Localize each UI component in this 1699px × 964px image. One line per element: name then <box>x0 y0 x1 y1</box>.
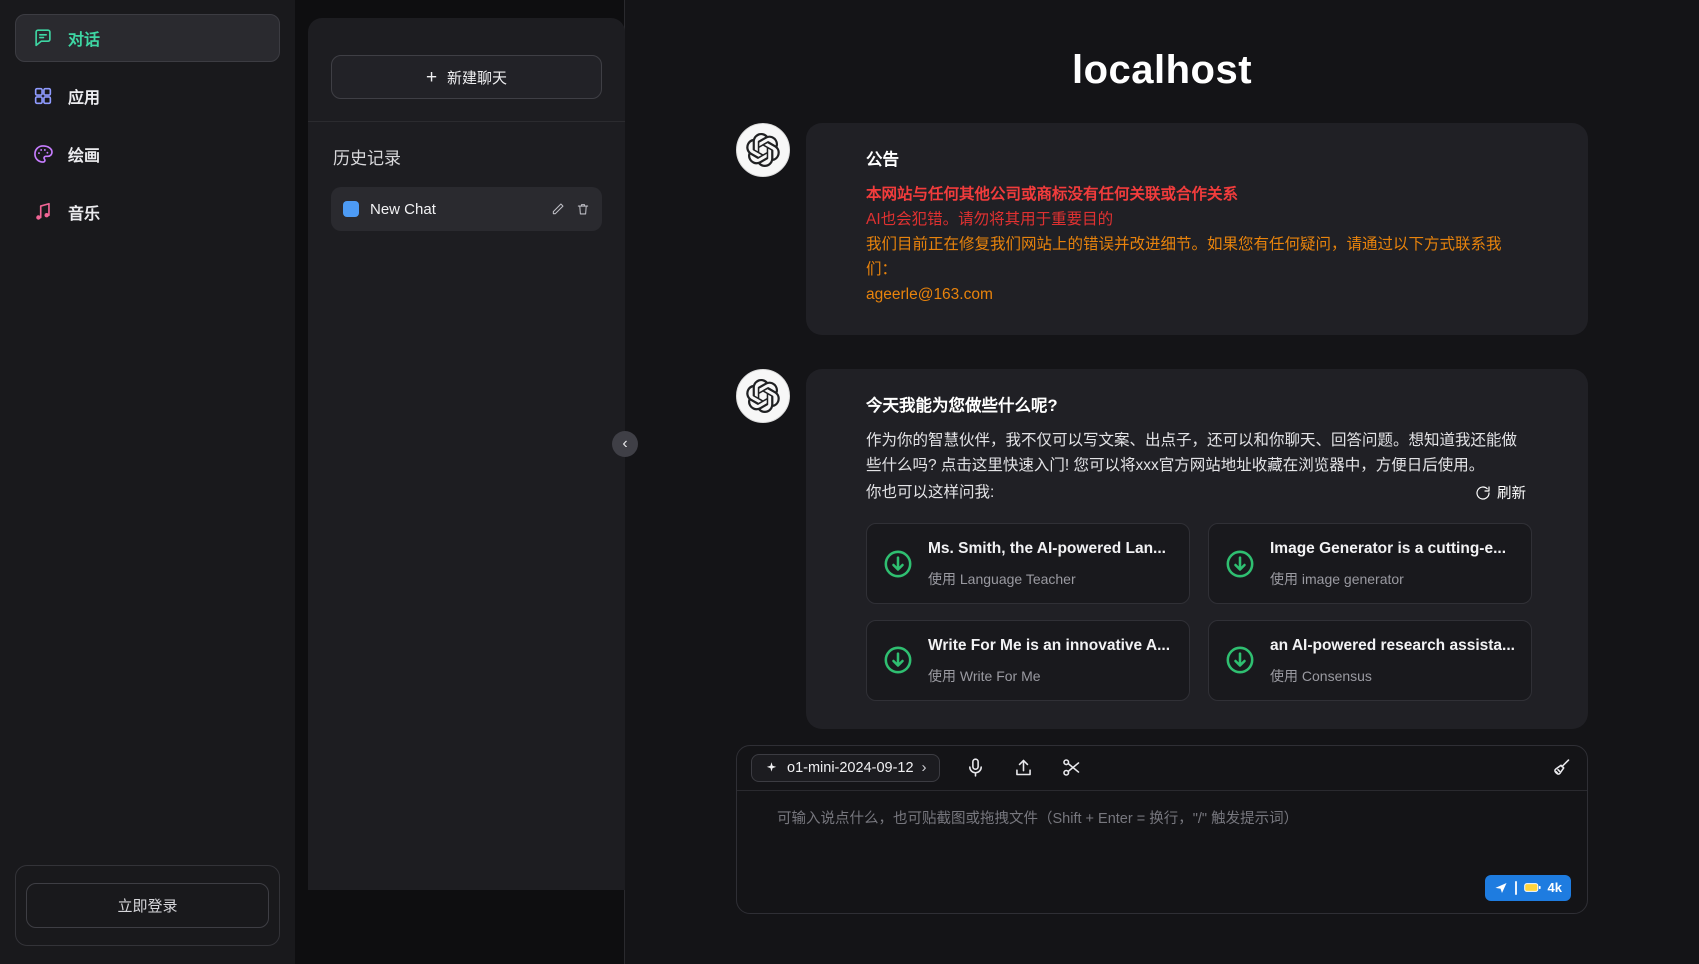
app-root: 对话 应用 绘画 音乐 立即登录 + 新建聊天 历史记录 <box>0 0 1699 964</box>
apps-grid-icon <box>32 85 54 107</box>
announcement-line-2: AI也会犯错。请勿将其用于重要目的 <box>866 207 1532 232</box>
upload-icon <box>1013 757 1034 778</box>
chat-list-column: + 新建聊天 历史记录 New Chat <box>295 0 625 964</box>
contact-email-link[interactable]: ageerle@163.com <box>866 282 993 307</box>
model-label: o1-mini-2024-09-12 <box>787 760 914 776</box>
sidebar: 对话 应用 绘画 音乐 立即登录 <box>0 0 295 964</box>
circle-arrow-down-icon <box>881 547 915 581</box>
refresh-label: 刷新 <box>1497 482 1526 503</box>
palette-icon <box>32 143 54 165</box>
new-chat-label: 新建聊天 <box>447 67 507 88</box>
new-chat-button[interactable]: + 新建聊天 <box>331 55 602 99</box>
suggestion-title: Ms. Smith, the AI-powered Lan... <box>928 536 1166 561</box>
assistant-avatar <box>736 123 790 177</box>
login-button[interactable]: 立即登录 <box>26 883 269 928</box>
assistant-avatar <box>736 369 790 423</box>
composer-body: 4k <box>737 791 1587 913</box>
announcement-message: 公告 本网站与任何其他公司或商标没有任何关联或合作关系 AI也会犯错。请勿将其用… <box>736 123 1588 335</box>
sidebar-item-label: 应用 <box>68 84 100 108</box>
music-note-icon <box>32 201 54 223</box>
suggestion-card[interactable]: Image Generator is a cutting-e... 使用 ima… <box>1208 523 1532 604</box>
sidebar-spacer <box>15 246 280 865</box>
announcement-heading: 公告 <box>866 147 1532 174</box>
welcome-bubble: 今天我能为您做些什么呢? 作为你的智慧伙伴，我不仅可以写文案、出点子，还可以和你… <box>806 369 1588 729</box>
suggestion-text: an AI-powered research assista... 使用 Con… <box>1270 633 1515 688</box>
openai-logo-icon <box>746 379 780 413</box>
sidebar-item-label: 音乐 <box>68 200 100 224</box>
sparkle-icon <box>764 760 779 775</box>
suggestion-card[interactable]: Write For Me is an innovative A... 使用 Wr… <box>866 620 1190 701</box>
chat-main: ‹ localhost 公告 本网站与任何其他公司或商标没有任何关联或合作关系 … <box>625 0 1699 964</box>
suggestion-card[interactable]: Ms. Smith, the AI-powered Lan... 使用 Lang… <box>866 523 1190 604</box>
chat-item-title: New Chat <box>370 201 540 218</box>
announcement-line-1: 本网站与任何其他公司或商标没有任何关联或合作关系 <box>866 182 1532 207</box>
welcome-message: 今天我能为您做些什么呢? 作为你的智慧伙伴，我不仅可以写文案、出点子，还可以和你… <box>736 369 1588 729</box>
welcome-heading: 今天我能为您做些什么呢? <box>866 393 1532 420</box>
chat-list-panel: + 新建聊天 历史记录 New Chat <box>308 18 625 890</box>
suggestion-title: Write For Me is an innovative A... <box>928 633 1170 658</box>
page-title: localhost <box>736 48 1588 93</box>
sidebar-item-label: 绘画 <box>68 142 100 166</box>
divider-bar <box>1515 881 1517 895</box>
microphone-button[interactable] <box>964 756 988 780</box>
suggestion-text: Image Generator is a cutting-e... 使用 ima… <box>1270 536 1506 591</box>
sidebar-item-apps[interactable]: 应用 <box>15 72 280 120</box>
scissors-icon <box>1061 757 1082 778</box>
sidebar-item-drawing[interactable]: 绘画 <box>15 130 280 178</box>
sidebar-item-music[interactable]: 音乐 <box>15 188 280 236</box>
clear-context-button[interactable] <box>1549 756 1573 780</box>
refresh-icon <box>1475 485 1491 501</box>
suggestion-subtitle: 使用 Language Teacher <box>928 568 1166 591</box>
collapse-sidebar-button[interactable]: ‹ <box>612 431 638 457</box>
suggestion-text: Ms. Smith, the AI-powered Lan... 使用 Lang… <box>928 536 1166 591</box>
chat-list-item[interactable]: New Chat <box>331 187 602 231</box>
edit-pencil-icon[interactable] <box>551 202 565 216</box>
announcement-line-3: 我们目前正在修复我们网站上的错误并改进细节。如果您有任何疑问，请通过以下方式联系… <box>866 232 1532 282</box>
circle-arrow-down-icon <box>881 643 915 677</box>
welcome-body: 作为你的智慧伙伴，我不仅可以写文案、出点子，还可以和你聊天、回答问题。想知道我还… <box>866 428 1532 478</box>
suggestion-title: Image Generator is a cutting-e... <box>1270 536 1506 561</box>
send-button[interactable]: 4k <box>1485 875 1571 901</box>
chat-color-swatch <box>343 201 359 217</box>
circle-arrow-down-icon <box>1223 547 1257 581</box>
suggestion-card[interactable]: an AI-powered research assista... 使用 Con… <box>1208 620 1532 701</box>
announcement-bubble: 公告 本网站与任何其他公司或商标没有任何关联或合作关系 AI也会犯错。请勿将其用… <box>806 123 1588 335</box>
token-battery-icon <box>1524 882 1541 893</box>
hint-row: 你也可以这样问我: 刷新 <box>866 480 1532 505</box>
circle-arrow-down-icon <box>1223 643 1257 677</box>
suggestion-grid: Ms. Smith, the AI-powered Lan... 使用 Lang… <box>866 523 1532 701</box>
suggestion-subtitle: 使用 image generator <box>1270 568 1506 591</box>
suggestion-title: an AI-powered research assista... <box>1270 633 1515 658</box>
scissors-button[interactable] <box>1060 756 1084 780</box>
delete-trash-icon[interactable] <box>576 202 590 216</box>
suggestion-subtitle: 使用 Write For Me <box>928 665 1170 688</box>
chat-content: localhost 公告 本网站与任何其他公司或商标没有任何关联或合作关系 AI… <box>736 38 1588 914</box>
openai-logo-icon <box>746 133 780 167</box>
composer-toolbar: o1-mini-2024-09-12 › <box>737 746 1587 791</box>
chevron-right-icon: › <box>922 760 927 775</box>
chat-item-actions <box>551 202 590 216</box>
refresh-suggestions-button[interactable]: 刷新 <box>1469 481 1532 504</box>
composer: o1-mini-2024-09-12 › <box>736 745 1588 914</box>
list-divider <box>308 121 625 122</box>
broom-icon <box>1551 757 1572 778</box>
send-plane-icon <box>1494 881 1508 895</box>
sidebar-item-label: 对话 <box>68 26 100 50</box>
suggestion-subtitle: 使用 Consensus <box>1270 665 1515 688</box>
upload-button[interactable] <box>1012 756 1036 780</box>
ask-hint: 你也可以这样问我: <box>866 480 994 505</box>
model-selector[interactable]: o1-mini-2024-09-12 › <box>751 754 940 782</box>
history-title: 历史记录 <box>333 144 600 169</box>
plus-icon: + <box>426 68 437 87</box>
suggestion-text: Write For Me is an innovative A... 使用 Wr… <box>928 633 1170 688</box>
login-panel: 立即登录 <box>15 865 280 946</box>
message-input[interactable] <box>775 805 1569 875</box>
sidebar-item-chat[interactable]: 对话 <box>15 14 280 62</box>
token-count: 4k <box>1548 880 1562 895</box>
microphone-icon <box>965 757 986 778</box>
chat-bubble-icon <box>32 27 54 49</box>
